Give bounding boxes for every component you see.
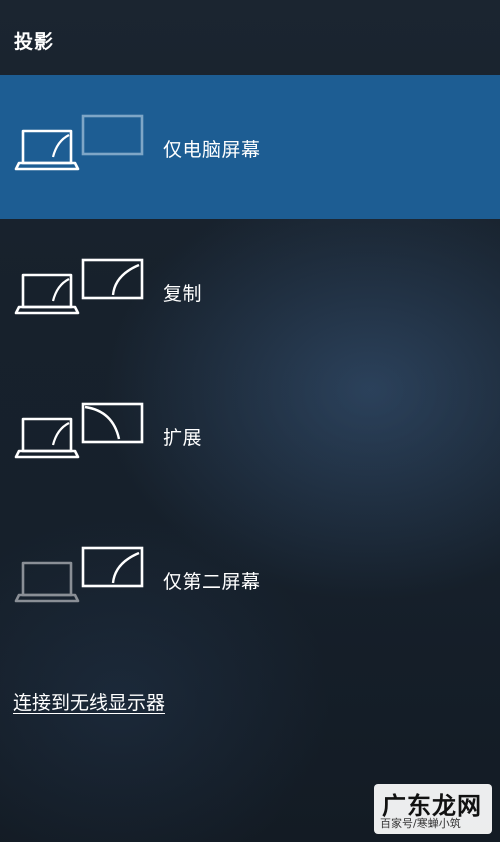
laptop-icon: [14, 129, 80, 171]
laptop-icon: [14, 273, 80, 315]
option-label: 仅第二屏幕: [163, 571, 261, 593]
extend-icon: [14, 399, 145, 461]
option-pc-screen-only[interactable]: 仅电脑屏幕: [0, 75, 500, 219]
panel-title: 投影: [14, 31, 55, 53]
monitor-icon: [81, 402, 144, 444]
option-second-screen-only[interactable]: 仅第二屏幕: [0, 507, 500, 651]
second-screen-only-icon: [14, 543, 145, 605]
pc-screen-only-icon: [14, 111, 145, 173]
option-label: 扩展: [163, 427, 203, 449]
watermark-source: 百家号/寒蝉小筑: [380, 817, 461, 830]
laptop-icon: [14, 561, 80, 603]
duplicate-icon: [14, 255, 145, 317]
monitor-icon: [81, 546, 144, 588]
watermark: 广东龙网 百家号/寒蝉小筑: [374, 784, 492, 834]
option-extend[interactable]: 扩展: [0, 363, 500, 507]
monitor-icon: [81, 258, 144, 300]
monitor-icon: [81, 114, 144, 156]
option-label: 仅电脑屏幕: [163, 139, 261, 161]
connect-wireless-display-link[interactable]: 连接到无线显示器: [13, 688, 165, 715]
option-label: 复制: [163, 283, 203, 305]
laptop-icon: [14, 417, 80, 459]
option-duplicate[interactable]: 复制: [0, 219, 500, 363]
